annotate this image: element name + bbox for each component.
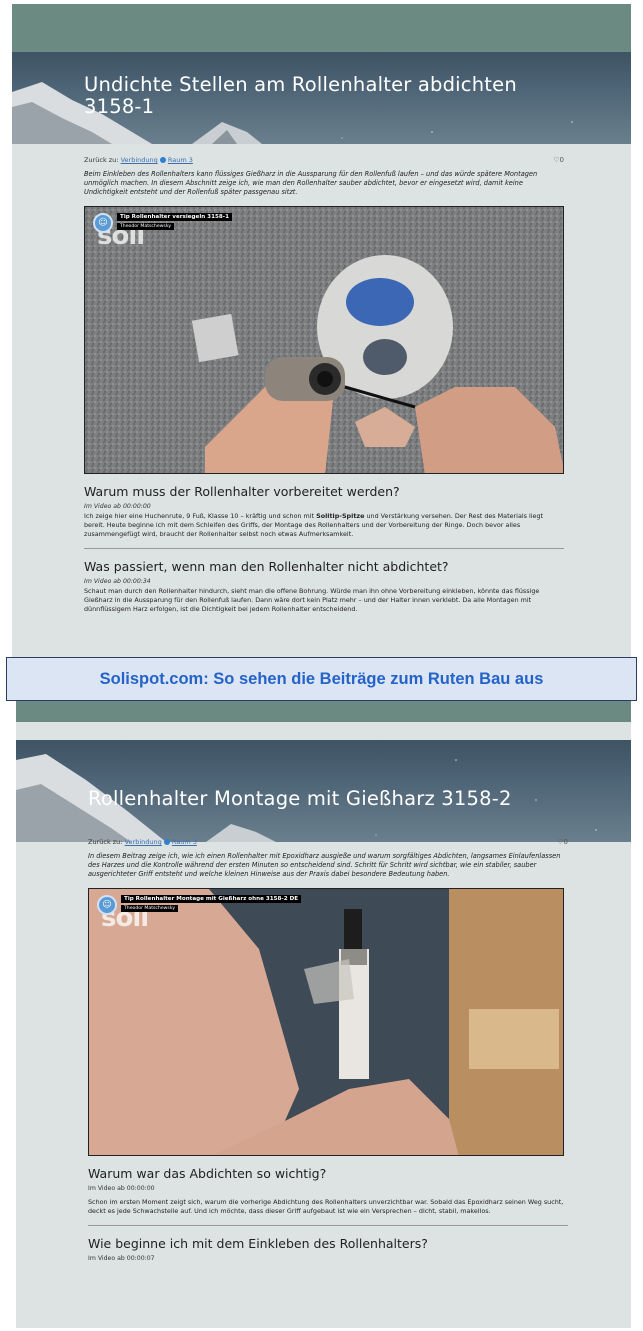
- section-heading: Warum muss der Rollenhalter vorbereitet …: [84, 484, 400, 499]
- back-link-raum[interactable]: Raum 3: [172, 838, 197, 846]
- post-screenshot-1: Undichte Stellen am Rollenhalter abdicht…: [12, 4, 631, 664]
- section-text: Ich zeige hier eine Huchenrute, 9 Fuß, K…: [84, 512, 544, 538]
- hero-banner: Rollenhalter Montage mit Gießharz 3158-2: [16, 740, 631, 842]
- intro-text: Beim Einkleben des Rollenhalters kann fl…: [84, 170, 538, 196]
- site-header-bar: [12, 4, 631, 52]
- section-text: Schaut man durch den Rollenhalter hindur…: [84, 587, 540, 613]
- page-title: Rollenhalter Montage mit Gießharz 3158-2: [88, 787, 512, 810]
- back-label: Zurück zu:: [88, 838, 123, 846]
- section-heading: Was passiert, wenn man den Rollenhalter …: [84, 559, 449, 574]
- back-link-raum[interactable]: Raum 3: [168, 156, 193, 164]
- section-heading: Warum war das Abdichten so wichtig?: [88, 1166, 327, 1181]
- post-content: Zurück zu: Verbindung Raum 3 ♡0 Beim Ein…: [84, 156, 564, 614]
- video-timestamp: Im Video ab 00:00:00: [88, 1185, 155, 1192]
- like-counter[interactable]: ♡0: [557, 838, 568, 846]
- section-text: Schon im ersten Moment zeigt sich, warum…: [88, 1198, 564, 1215]
- breadcrumb: Zurück zu: Verbindung Raum 3 ♡0: [84, 156, 564, 164]
- caption-banner: Solispot.com: So sehen die Beiträge zum …: [6, 657, 637, 701]
- intro-text: In diesem Beitrag zeige ich, wie ich ein…: [88, 852, 561, 878]
- back-link-verbindung[interactable]: Verbindung: [125, 838, 162, 846]
- channel-avatar-icon[interactable]: ☺: [93, 213, 113, 233]
- video-player[interactable]: soli ☺ Tip Rollenhalter versiegeln 3158-…: [84, 206, 564, 474]
- post-screenshot-2: Rollenhalter Montage mit Gießharz 3158-2…: [16, 700, 631, 1328]
- video-frame: [85, 207, 563, 473]
- video-frame: [89, 889, 563, 1155]
- video-timestamp: Im Video ab 00:00:00: [84, 503, 151, 510]
- back-label: Zurück zu:: [84, 156, 119, 164]
- divider: [84, 548, 564, 549]
- like-counter[interactable]: ♡0: [553, 156, 564, 164]
- video-timestamp: Im Video ab 00:00:07: [88, 1255, 155, 1262]
- hero-banner: Undichte Stellen am Rollenhalter abdicht…: [12, 52, 631, 144]
- breadcrumb: Zurück zu: Verbindung Raum 3 ♡0: [88, 838, 568, 846]
- divider: [88, 1225, 568, 1226]
- page-title: Undichte Stellen am Rollenhalter abdicht…: [84, 73, 517, 118]
- video-title-bar[interactable]: ☺ Tip Rollenhalter Montage mit Gießharz …: [97, 895, 302, 915]
- channel-avatar-icon[interactable]: ☺: [97, 895, 117, 915]
- video-title[interactable]: Tip Rollenhalter versiegeln 3158-1: [117, 213, 232, 221]
- video-author: Theodor Matschewsky: [121, 905, 179, 912]
- video-player[interactable]: soli ☺ Tip Rollenhalter Montage mit Gieß…: [88, 888, 564, 1156]
- section-heading: Wie beginne ich mit dem Einkleben des Ro…: [88, 1236, 428, 1251]
- back-link-verbindung[interactable]: Verbindung: [121, 156, 158, 164]
- video-title-bar[interactable]: ☺ Tip Rollenhalter versiegeln 3158-1 The…: [93, 213, 232, 233]
- video-timestamp: Im Video ab 00:00:34: [84, 578, 151, 585]
- site-header-bar: [16, 700, 631, 722]
- video-title[interactable]: Tip Rollenhalter Montage mit Gießharz oh…: [121, 895, 302, 903]
- video-author: Theodor Matschewsky: [117, 223, 175, 230]
- blue-dot-icon: [163, 839, 170, 845]
- blue-dot-icon: [159, 157, 166, 163]
- post-content: Zurück zu: Verbindung Raum 3 ♡0 In diese…: [88, 838, 568, 1264]
